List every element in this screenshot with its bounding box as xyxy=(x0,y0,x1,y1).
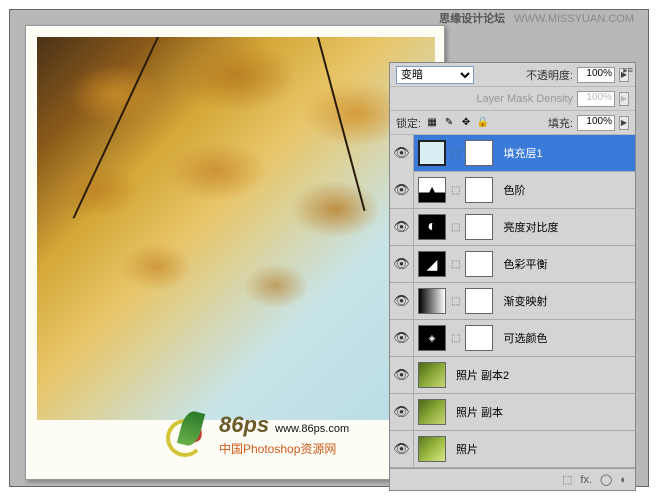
visibility-eye-icon[interactable]: 👁 xyxy=(390,320,414,357)
link-icon[interactable]: ⬚ xyxy=(449,333,462,344)
link-icon[interactable]: ⬚ xyxy=(449,148,462,159)
layer-row[interactable]: 👁 照片 副本2 xyxy=(390,357,635,394)
lock-paint-icon[interactable]: ✎ xyxy=(442,116,456,130)
watermark-forum: 思缘设计论坛 xyxy=(439,13,505,25)
layer-row[interactable]: 👁 ⬚ 填充层1 xyxy=(390,135,635,172)
canvas-image xyxy=(37,37,435,420)
layer-row[interactable]: 👁 照片 副本 xyxy=(390,394,635,431)
layer-thumb[interactable] xyxy=(418,325,446,351)
logo-tagline: 中国Photoshop资源网 xyxy=(219,440,349,457)
visibility-eye-icon[interactable]: 👁 xyxy=(390,246,414,283)
logo-brand: 86ps xyxy=(219,412,269,438)
layer-thumb[interactable] xyxy=(418,140,446,166)
lock-label: 锁定: xyxy=(396,115,421,131)
visibility-eye-icon[interactable]: 👁 xyxy=(390,394,414,431)
lock-all-icon[interactable]: 🔒 xyxy=(476,116,490,130)
layer-row[interactable]: 👁 ⬚ 色阶 xyxy=(390,172,635,209)
blend-row: 变暗 不透明度: 100% ▶ xyxy=(390,63,635,87)
link-layers-icon[interactable]: ⬚ xyxy=(562,473,572,486)
density-row: Layer Mask Density 100% ▶ xyxy=(390,87,635,111)
site-logo: 86ps www.86ps.com 中国Photoshop资源网 xyxy=(161,409,349,459)
opacity-label: 不透明度: xyxy=(526,67,573,83)
layer-name: 色彩平衡 xyxy=(503,256,547,272)
layer-thumb[interactable] xyxy=(418,251,446,277)
mask-thumb[interactable] xyxy=(465,140,493,166)
fill-input[interactable]: 100% xyxy=(577,115,615,131)
density-input: 100% xyxy=(577,91,615,107)
watermark: 思缘设计论坛 WWW.MISSYUAN.COM xyxy=(439,10,634,26)
layer-name: 照片 xyxy=(456,441,478,457)
link-icon[interactable]: ⬚ xyxy=(449,259,462,270)
visibility-eye-icon[interactable]: 👁 xyxy=(390,209,414,246)
visibility-eye-icon[interactable]: 👁 xyxy=(390,283,414,320)
mask-thumb[interactable] xyxy=(465,214,493,240)
visibility-eye-icon[interactable]: 👁 xyxy=(390,135,414,172)
fill-label: 填充: xyxy=(548,115,573,131)
layer-row[interactable]: 👁 照片 xyxy=(390,431,635,468)
fx-icon[interactable]: fx. xyxy=(580,474,592,486)
link-icon[interactable]: ⬚ xyxy=(449,185,462,196)
layer-row[interactable]: 👁 ⬚ 色彩平衡 xyxy=(390,246,635,283)
branches-texture xyxy=(37,37,435,420)
lock-icons: ▦ ✎ ✥ 🔒 xyxy=(425,116,490,130)
layer-name: 色阶 xyxy=(503,182,525,198)
layer-row[interactable]: 👁 ⬚ 可选颜色 xyxy=(390,320,635,357)
layer-thumb[interactable] xyxy=(418,177,446,203)
visibility-eye-icon[interactable]: 👁 xyxy=(390,172,414,209)
mask-icon[interactable]: ◯ xyxy=(600,473,612,486)
layer-thumb[interactable] xyxy=(418,288,446,314)
density-flyout-icon: ▶ xyxy=(619,92,629,106)
visibility-eye-icon[interactable]: 👁 xyxy=(390,357,414,394)
mask-thumb[interactable] xyxy=(465,325,493,351)
layers-list: 👁 ⬚ 填充层1 👁 ⬚ 色阶 👁 ⬚ 亮度对比度 👁 ⬚ 色彩平衡 👁 ⬚ 渐变映射 👁 ⬚ 可选颜色 👁 照片 副… xyxy=(390,135,635,468)
link-icon[interactable]: ⬚ xyxy=(449,296,462,307)
layer-thumb[interactable] xyxy=(418,214,446,240)
mask-thumb[interactable] xyxy=(465,177,493,203)
link-icon[interactable]: ⬚ xyxy=(449,222,462,233)
mask-thumb[interactable] xyxy=(465,251,493,277)
layer-row[interactable]: 👁 ⬚ 亮度对比度 xyxy=(390,209,635,246)
layer-row[interactable]: 👁 ⬚ 渐变映射 xyxy=(390,283,635,320)
layers-panel: ▸≡ 变暗 不透明度: 100% ▶ Layer Mask Density 10… xyxy=(389,62,636,491)
layer-thumb[interactable] xyxy=(418,436,446,462)
layer-thumb[interactable] xyxy=(418,399,446,425)
layer-name: 照片 副本2 xyxy=(456,367,509,383)
canvas-border: 86ps www.86ps.com 中国Photoshop资源网 xyxy=(25,25,445,480)
lock-row: 锁定: ▦ ✎ ✥ 🔒 填充: 100% ▶ xyxy=(390,111,635,135)
panel-menu-icon[interactable]: ▸≡ xyxy=(623,65,633,76)
density-label: Layer Mask Density xyxy=(476,93,573,105)
lock-position-icon[interactable]: ✥ xyxy=(459,116,473,130)
layer-name: 可选颜色 xyxy=(503,330,547,346)
opacity-input[interactable]: 100% xyxy=(577,67,615,83)
watermark-url: WWW.MISSYUAN.COM xyxy=(514,13,634,25)
layer-name: 填充层1 xyxy=(503,145,542,161)
fill-flyout-icon[interactable]: ▶ xyxy=(619,116,629,130)
mask-thumb[interactable] xyxy=(465,288,493,314)
visibility-eye-icon[interactable]: 👁 xyxy=(390,431,414,468)
logo-url: www.86ps.com xyxy=(275,423,349,435)
app-frame: 思缘设计论坛 WWW.MISSYUAN.COM 86ps www.86ps.co… xyxy=(9,9,649,487)
layer-name: 照片 副本 xyxy=(456,404,503,420)
blend-mode-select[interactable]: 变暗 xyxy=(396,66,474,84)
logo-swirl-icon xyxy=(161,409,211,459)
adjustment-icon[interactable]: ◐ xyxy=(620,474,627,486)
layers-bottom-bar: ⬚ fx. ◯ ◐ xyxy=(390,468,635,490)
layer-name: 亮度对比度 xyxy=(503,219,558,235)
lock-transparency-icon[interactable]: ▦ xyxy=(425,116,439,130)
layer-thumb[interactable] xyxy=(418,362,446,388)
layer-name: 渐变映射 xyxy=(503,293,547,309)
logo-text: 86ps www.86ps.com 中国Photoshop资源网 xyxy=(219,412,349,457)
